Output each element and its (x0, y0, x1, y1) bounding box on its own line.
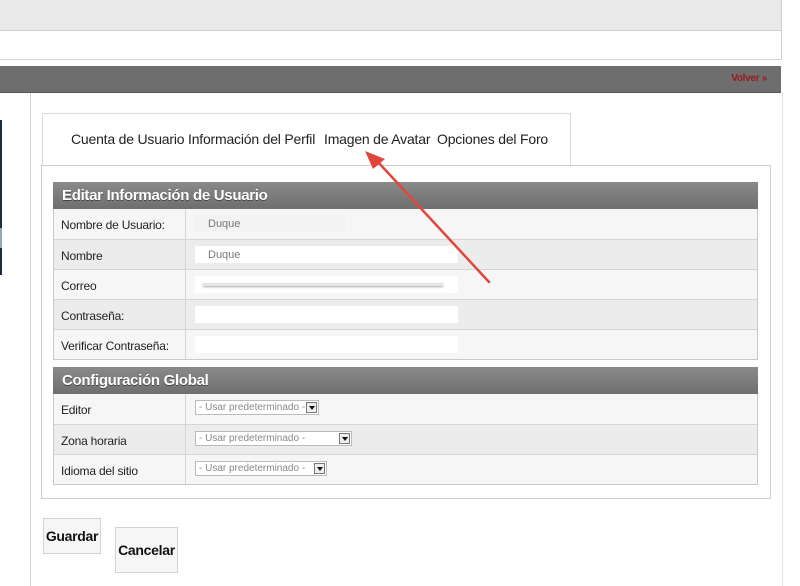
chevron-down-icon (314, 463, 325, 474)
column-divider (185, 394, 186, 424)
password-label: Contraseña: (61, 309, 125, 323)
save-button[interactable]: Guardar (43, 518, 101, 554)
password-field[interactable] (195, 306, 458, 323)
back-link[interactable]: Volver » (731, 73, 767, 84)
editor-select-value: - Usar predeterminado - (199, 402, 306, 413)
table-row: Editor - Usar predeterminado - (54, 394, 757, 424)
timezone-select-value: - Usar predeterminado - (199, 433, 306, 444)
side-image-edge (0, 120, 2, 275)
column-divider (185, 270, 186, 299)
column-divider (185, 425, 186, 454)
table-row: Contraseña: (54, 299, 757, 329)
sub-toolbar (0, 31, 782, 60)
column-divider (185, 209, 186, 239)
column-divider (185, 300, 186, 329)
column-divider (185, 240, 186, 269)
verify-password-field[interactable] (195, 336, 458, 353)
global-config-table: Editor - Usar predeterminado - Zona hora… (53, 394, 758, 485)
top-toolbar (0, 0, 782, 31)
tab-cuenta-usuario[interactable]: Cuenta de Usuario (71, 131, 185, 147)
site-language-select[interactable]: - Usar predeterminado - (195, 461, 327, 476)
table-row: Nombre (54, 239, 757, 269)
site-language-select-value: - Usar predeterminado - (199, 463, 306, 474)
tab-opciones-foro[interactable]: Opciones del Foro (437, 131, 548, 147)
site-language-label: Idioma del sitio (61, 464, 138, 478)
column-divider (185, 330, 186, 359)
editor-select[interactable]: - Usar predeterminado - (195, 400, 319, 415)
email-label: Correo (61, 279, 97, 293)
title-bar: Volver » (0, 66, 781, 93)
table-row: Nombre de Usuario: (54, 209, 757, 239)
global-section-title: Configuración Global (53, 367, 758, 394)
side-image-edge-highlight (0, 228, 2, 248)
tab-imagen-avatar[interactable]: Imagen de Avatar (324, 131, 430, 147)
name-field[interactable] (195, 246, 458, 263)
cancel-button[interactable]: Cancelar (115, 527, 178, 573)
verify-password-label: Verificar Contraseña: (61, 339, 169, 353)
redacted-email-overlay (203, 283, 443, 286)
username-field[interactable] (195, 215, 345, 232)
name-label: Nombre (61, 249, 103, 263)
timezone-label: Zona horaria (61, 434, 127, 448)
table-row: Zona horaria - Usar predeterminado - (54, 424, 757, 454)
table-row: Idioma del sitio - Usar predeterminado - (54, 454, 757, 484)
username-label: Nombre de Usuario: (61, 218, 165, 232)
timezone-select[interactable]: - Usar predeterminado - (195, 431, 352, 446)
table-row: Verificar Contraseña: (54, 329, 757, 359)
chevron-down-icon (306, 402, 317, 413)
column-divider (185, 455, 186, 484)
editor-label: Editor (61, 403, 92, 417)
tab-informacion-perfil[interactable]: Información del Perfil (188, 131, 315, 147)
chevron-down-icon (339, 433, 350, 444)
user-section-title: Editar Información de Usuario (53, 182, 758, 209)
user-info-table: Nombre de Usuario: Nombre Correo Contras… (53, 209, 758, 360)
table-row: Correo (54, 269, 757, 299)
tab-bar: Cuenta de Usuario Información del Perfil… (42, 113, 571, 166)
